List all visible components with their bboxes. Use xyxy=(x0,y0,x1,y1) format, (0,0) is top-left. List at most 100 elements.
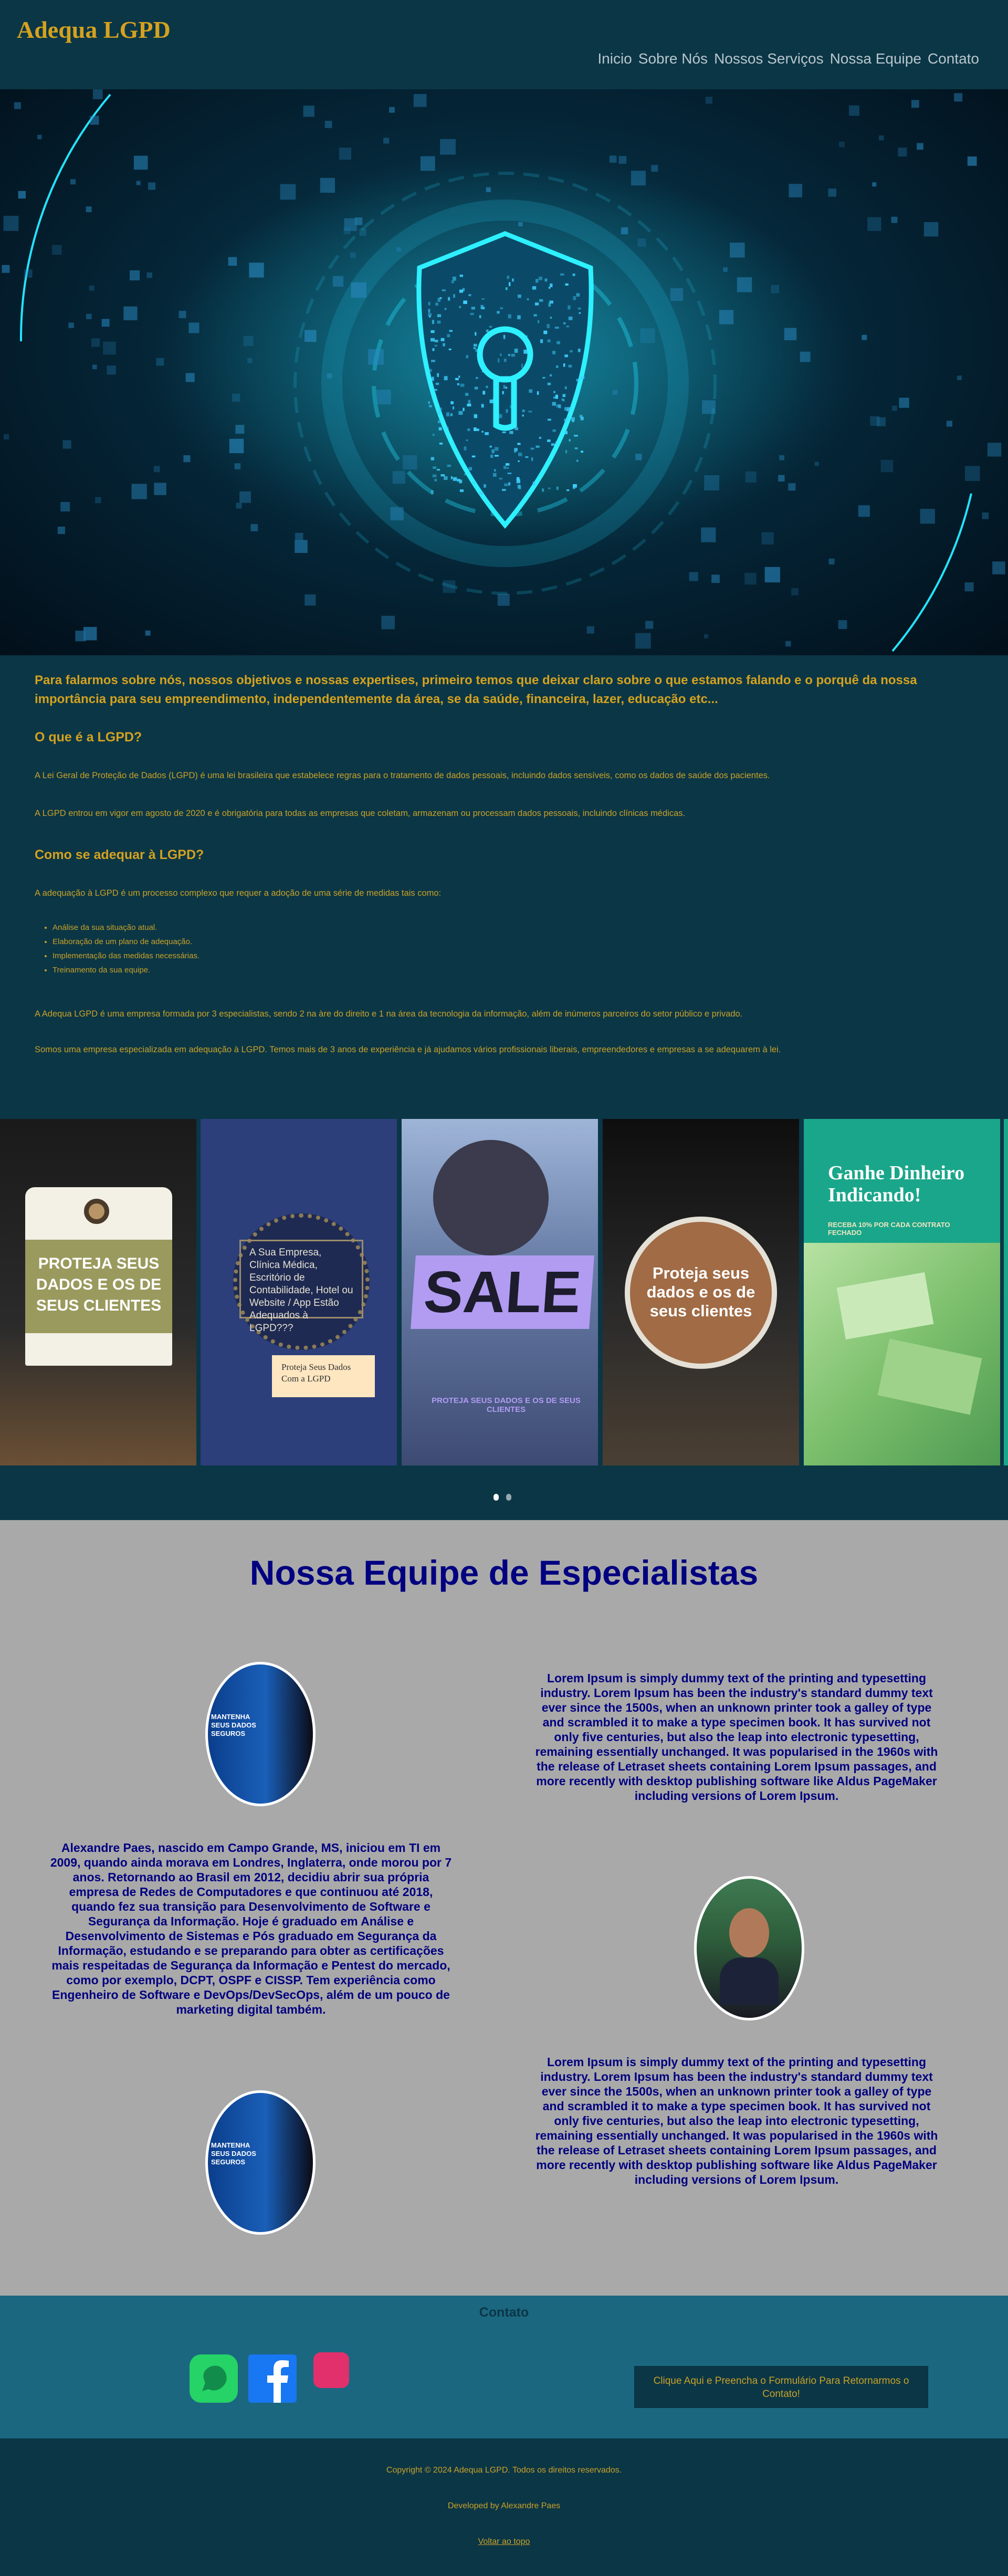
data-square xyxy=(249,263,264,278)
data-square xyxy=(304,330,317,342)
data-bit xyxy=(530,447,534,450)
data-bit xyxy=(514,349,518,353)
data-bit xyxy=(448,297,450,301)
data-bit xyxy=(518,452,522,456)
slide-circle-text: Proteja seus dados e os de seus clientes xyxy=(625,1217,777,1369)
data-bit xyxy=(578,307,581,310)
services-carousel[interactable]: PROTEJA SEUS DADOS E OS DE SEUS CLIENTES… xyxy=(0,1113,1008,1520)
carousel-dot-active[interactable] xyxy=(494,1494,499,1501)
copyright-text: Copyright © 2024 Adequa LGPD. Todos os d… xyxy=(386,2466,622,2475)
data-bit xyxy=(504,483,508,486)
carousel-slide[interactable]: SALE PROTEJA SEUS DADOS E OS DE SEUS CLI… xyxy=(402,1119,598,1465)
data-bit xyxy=(552,402,556,406)
data-square xyxy=(62,440,71,449)
data-bit xyxy=(566,407,571,412)
data-bit xyxy=(547,339,551,342)
carousel-slide[interactable]: Proteja seus dados e os de seus clientes xyxy=(603,1119,799,1465)
data-bit xyxy=(437,420,442,423)
data-bit xyxy=(523,349,528,354)
data-bit xyxy=(439,443,443,445)
carousel-slide[interactable]: A Sua Empresa, Clínica Médica, Escritóri… xyxy=(201,1119,397,1465)
data-square xyxy=(898,148,907,157)
whatsapp-icon[interactable] xyxy=(190,2354,238,2403)
data-bit xyxy=(563,322,566,324)
data-square xyxy=(153,466,160,473)
member-photo-alexandre xyxy=(694,1876,804,2020)
data-bit xyxy=(430,330,435,333)
data-bit xyxy=(429,405,433,407)
data-square xyxy=(701,527,716,542)
data-bit xyxy=(576,379,580,382)
nav-link-nossa-equipe[interactable]: Nossa Equipe xyxy=(830,50,921,67)
data-bit xyxy=(564,407,566,411)
data-bit xyxy=(527,298,529,300)
data-square xyxy=(737,277,752,292)
data-bit xyxy=(581,451,583,453)
data-bit xyxy=(564,354,568,358)
data-bit xyxy=(490,454,494,458)
money-image xyxy=(804,1243,1000,1465)
data-bit xyxy=(535,279,539,283)
data-bit xyxy=(432,376,434,381)
nav-link-sobre-nos[interactable]: Sobre Nós xyxy=(638,50,708,67)
data-square xyxy=(923,222,939,237)
data-square xyxy=(779,455,785,460)
list-item: Elaboração de um plano de adequação. xyxy=(52,935,200,949)
list-item: Análise da sua situação atual. xyxy=(52,920,200,935)
data-square xyxy=(838,620,847,630)
data-bit xyxy=(473,343,477,347)
data-bit xyxy=(464,446,467,451)
slide-title: Ganhe Dinheiro Indicando! xyxy=(828,1162,965,1206)
data-bit xyxy=(548,303,551,307)
data-bit xyxy=(486,385,488,388)
instagram-icon[interactable] xyxy=(313,2352,349,2388)
data-square xyxy=(719,310,734,324)
data-bit xyxy=(494,469,496,472)
carousel-slide[interactable]: PROTEJA SEUS DADOS E OS DE SEUS CLIENTES xyxy=(0,1119,196,1465)
data-bit xyxy=(578,348,581,352)
data-bit xyxy=(435,302,438,306)
data-bit xyxy=(556,365,559,368)
data-square xyxy=(18,191,26,199)
data-square xyxy=(872,182,877,187)
banknote xyxy=(877,1338,982,1415)
data-square xyxy=(920,509,935,524)
data-bit xyxy=(552,351,556,354)
data-square xyxy=(123,306,138,320)
data-square xyxy=(396,247,401,252)
data-bit xyxy=(470,312,474,316)
data-bit xyxy=(479,315,481,318)
data-bit xyxy=(503,335,506,340)
data-bit xyxy=(438,407,442,411)
data-square xyxy=(156,358,164,366)
data-bit xyxy=(489,326,492,328)
data-bit xyxy=(428,301,430,306)
data-bit xyxy=(430,338,435,342)
data-square xyxy=(486,187,491,192)
data-square xyxy=(146,272,152,278)
brand-logo[interactable]: Adequa LGPD xyxy=(17,16,171,44)
nav-link-nossos-servicos[interactable]: Nossos Serviços xyxy=(714,50,824,67)
data-bit xyxy=(464,473,466,476)
data-bit xyxy=(437,314,442,318)
nav-link-inicio[interactable]: Inicio xyxy=(597,50,632,67)
data-square xyxy=(413,93,427,107)
data-square xyxy=(621,227,628,235)
carousel-slide[interactable]: Ganhe Dinheiro Indicando! RECEBA 10% POR… xyxy=(804,1119,1000,1465)
contact-form-button[interactable]: Clique Aqui e Preencha o Formulário Para… xyxy=(634,2366,928,2408)
data-square xyxy=(403,455,417,470)
list-item: Treinamento da sua equipe. xyxy=(52,963,200,977)
nav-link-contato[interactable]: Contato xyxy=(928,50,979,67)
data-square xyxy=(828,189,837,197)
data-bit xyxy=(428,401,430,404)
data-square xyxy=(761,532,774,544)
data-bit xyxy=(556,341,561,344)
data-square xyxy=(247,358,253,363)
carousel-dot[interactable] xyxy=(506,1494,511,1501)
back-to-top-link[interactable]: Voltar ao topo xyxy=(478,2537,530,2546)
data-square xyxy=(178,310,186,318)
facebook-icon[interactable] xyxy=(248,2354,297,2403)
data-square xyxy=(359,228,366,236)
data-bit xyxy=(486,329,489,332)
data-square xyxy=(730,243,745,258)
